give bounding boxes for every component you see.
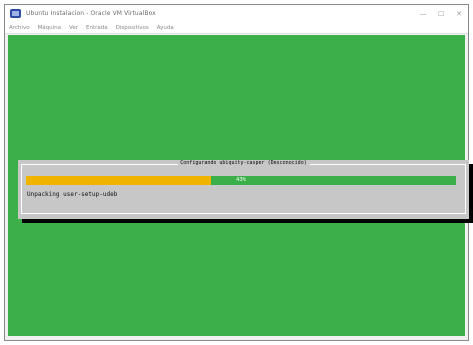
- dialog-frame: [21, 164, 466, 214]
- maximize-button[interactable]: ☐: [432, 5, 450, 22]
- title-bar[interactable]: Ubuntu Instalacion - Oracle VM VirtualBo…: [5, 5, 468, 22]
- menu-ver[interactable]: Ver: [69, 25, 78, 31]
- menu-archivo[interactable]: Archivo: [9, 25, 30, 31]
- progress-percent: 43%: [236, 177, 246, 183]
- menu-dispositivos[interactable]: Dispositivos: [116, 25, 149, 31]
- window-title: Ubuntu Instalacion - Oracle VM VirtualBo…: [26, 10, 156, 17]
- menu-maquina[interactable]: Máquina: [38, 25, 61, 31]
- progress-bar: 43%: [26, 176, 456, 185]
- dialog-title: Configurando ubiquity-casper (Desconocid…: [177, 160, 310, 167]
- close-button[interactable]: ✕: [450, 5, 468, 22]
- status-text: Unpacking user-setup-udeb: [27, 191, 118, 198]
- virtualbox-window: Ubuntu Instalacion - Oracle VM VirtualBo…: [4, 4, 473, 341]
- window-controls: — ☐ ✕: [414, 5, 468, 22]
- virtualbox-icon: [10, 9, 21, 18]
- minimize-button[interactable]: —: [414, 5, 432, 22]
- menu-ayuda[interactable]: Ayuda: [157, 25, 174, 31]
- vm-screen[interactable]: Configurando ubiquity-casper (Desconocid…: [8, 35, 473, 336]
- menu-entrada[interactable]: Entrada: [86, 25, 108, 31]
- menu-bar: Archivo Máquina Ver Entrada Dispositivos…: [5, 22, 468, 34]
- installer-progress-dialog: Configurando ubiquity-casper (Desconocid…: [18, 160, 469, 219]
